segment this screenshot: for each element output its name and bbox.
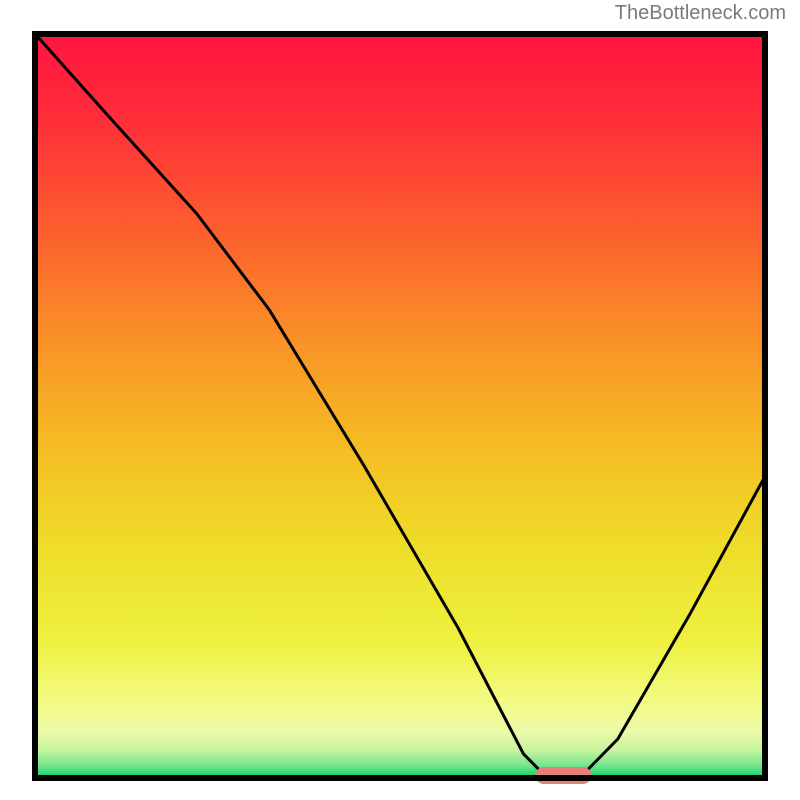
chart-header: TheBottleneck.com <box>0 0 800 26</box>
bottleneck-chart <box>0 26 800 800</box>
watermark-text: TheBottleneck.com <box>615 2 786 26</box>
chart-svg <box>15 28 785 798</box>
